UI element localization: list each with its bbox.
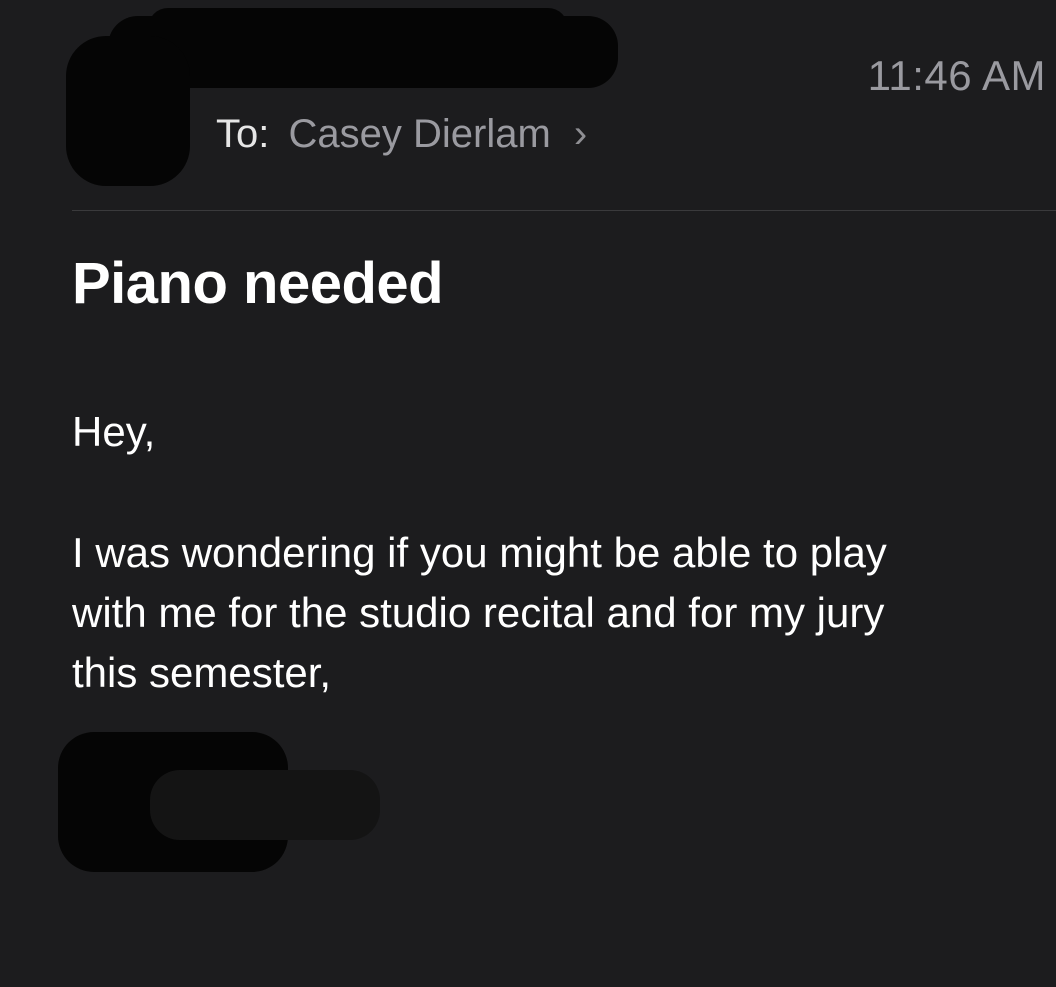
chevron-right-icon[interactable]: › [574, 112, 587, 156]
divider [72, 210, 1056, 211]
message-timestamp: 11:46 AM [867, 52, 1046, 99]
message-body-line: with me for the studio recital and for m… [72, 589, 885, 636]
message-subject: Piano needed [72, 251, 444, 316]
message-greeting: Hey, [72, 408, 156, 455]
recipient-name[interactable]: Casey Dierlam [288, 112, 550, 156]
to-label: To: [216, 112, 270, 156]
redaction-mark [66, 36, 190, 186]
redaction-mark [150, 770, 380, 840]
message-header: 11:46 AM To: Casey Dierlam › [0, 0, 1056, 211]
recipient-row[interactable]: To: Casey Dierlam › [216, 112, 587, 157]
message-body-line: this semester, [72, 649, 332, 696]
message-body-line: I was wondering if you might be able to … [72, 529, 887, 576]
message-body: I was wondering if you might be able to … [72, 523, 1032, 703]
